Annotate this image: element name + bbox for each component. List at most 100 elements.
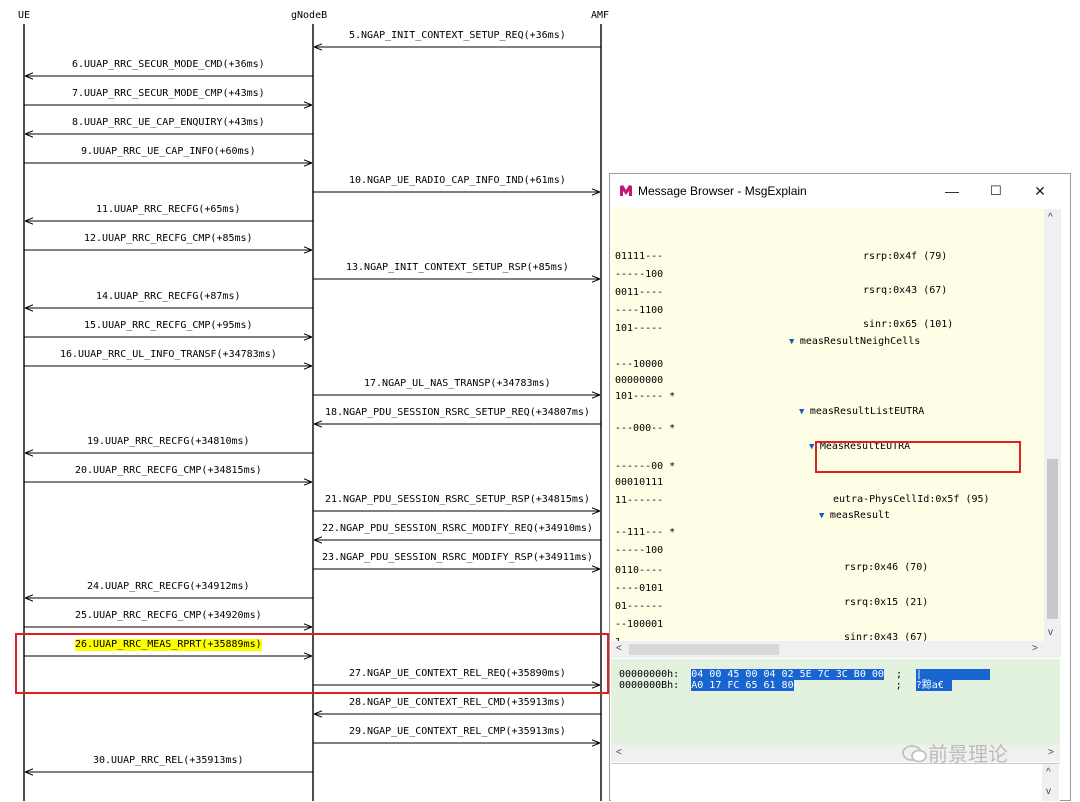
field-value[interactable]: sinr:0x65 (101) <box>863 319 953 331</box>
scroll-down-icon[interactable]: v <box>1048 627 1053 638</box>
field-text: eutra-PhysCellId:0x5f (95) <box>833 494 990 505</box>
message-label[interactable]: 11.UUAP_RRC_RECFG(+65ms) <box>96 204 241 216</box>
bit-line: ---000-- * <box>615 423 676 434</box>
hex-bytes[interactable]: 04 00 45 00 04 02 5E 7C 3C B0 00 <box>691 669 884 680</box>
tree-node[interactable]: ▼ measResultListEUTRA <box>799 406 924 418</box>
field-text: rsrq:0x43 (67) <box>863 285 948 296</box>
bit-line: 01111--- <box>615 251 664 262</box>
message-label[interactable]: 14.UUAP_RRC_RECFG(+87ms) <box>96 291 241 303</box>
field-text: measResult <box>829 510 891 521</box>
message-detail-pane[interactable]: 01111--- -----100 0011---- ----1100 101-----… <box>611 209 1057 641</box>
scroll-right-icon[interactable]: > <box>1032 643 1038 654</box>
entity-amf: AMF <box>591 10 610 21</box>
field-value[interactable]: rsrp:0x46 (70) <box>844 562 928 574</box>
entity-ue: UE <box>18 10 31 21</box>
bit-line: 101----- * <box>615 391 676 402</box>
message-label[interactable]: 12.UUAP_RRC_RECFG_CMP(+85ms) <box>84 233 253 245</box>
bit-line: 00000000 <box>615 375 664 386</box>
message-label[interactable]: 22.NGAP_PDU_SESSION_RSRC_MODIFY_REQ(+349… <box>322 523 593 535</box>
expand-triangle-icon[interactable]: ▼ <box>799 407 810 417</box>
message-label[interactable]: 28.NGAP_UE_CONTEXT_REL_CMD(+35913ms) <box>349 697 566 709</box>
message-label[interactable]: 9.UUAP_RRC_UE_CAP_INFO(+60ms) <box>81 146 256 158</box>
bottom-text-pane[interactable] <box>611 763 1060 802</box>
field-value[interactable]: rsrp:0x4f (79) <box>863 251 947 263</box>
field-text: sinr:0x65 (101) <box>863 319 954 330</box>
message-label[interactable]: 20.UUAP_RRC_RECFG_CMP(+34815ms) <box>75 465 262 477</box>
field-text: measResultNeighCells <box>799 336 921 347</box>
scroll-right-icon[interactable]: > <box>1048 747 1054 758</box>
hex-row: 0000000Bh: A0 17 FC 65 61 80 ; ?黥a€ <box>619 680 952 691</box>
hex-separator: ; <box>895 680 902 691</box>
watermark-text: 前景理论 <box>928 742 1008 766</box>
field-value[interactable]: rsrq:0x43 (67) <box>863 285 947 297</box>
message-label[interactable]: 6.UUAP_RRC_SECUR_MODE_CMD(+36ms) <box>72 59 265 71</box>
message-label[interactable]: 21.NGAP_PDU_SESSION_RSRC_SETUP_RSP(+3481… <box>325 494 590 506</box>
bit-line: ----1100 <box>615 305 664 316</box>
title-bar[interactable]: Message Browser - MsgExplain — ☐ ✕ <box>610 174 1070 208</box>
hex-ascii[interactable]: | <box>916 669 990 680</box>
tree-node[interactable]: ▼ measResultNeighCells <box>789 336 920 348</box>
expand-triangle-icon[interactable]: ▼ <box>789 337 800 347</box>
bit-line: ----0101 <box>615 583 664 594</box>
bit-line: 0011---- <box>615 287 664 298</box>
scroll-left-icon[interactable]: < <box>616 747 622 758</box>
scrollbar-thumb[interactable] <box>629 644 779 655</box>
message-label[interactable]: 24.UUAP_RRC_RECFG(+34912ms) <box>87 581 250 593</box>
maximize-button[interactable]: ☐ <box>974 179 1018 203</box>
minimize-button[interactable]: — <box>930 179 974 203</box>
tree-node[interactable]: ▼ measResult <box>819 510 890 522</box>
hex-dump-pane[interactable]: 00000000h: 04 00 45 00 04 02 5E 7C 3C B0… <box>611 659 1060 745</box>
field-value[interactable]: rsrq:0x15 (21) <box>844 597 928 609</box>
field-text: rsrp:0x4f (79) <box>863 251 948 262</box>
message-label[interactable]: 29.NGAP_UE_CONTEXT_REL_CMP(+35913ms) <box>349 726 566 738</box>
field-value[interactable]: eutra-PhysCellId:0x5f (95) <box>833 494 990 506</box>
bit-line: 11------ <box>615 495 664 506</box>
scrollbar-thumb[interactable] <box>1047 459 1058 619</box>
detail-horizontal-scrollbar[interactable]: < > <box>611 641 1061 658</box>
field-text: rsrp:0x46 (70) <box>844 562 929 573</box>
phys-cell-id-callout <box>815 441 1021 473</box>
scroll-up-icon[interactable]: ^ <box>1048 212 1053 223</box>
bit-line: ---10000 <box>615 359 664 370</box>
bit-line: ------00 * <box>615 461 676 472</box>
scroll-down-icon[interactable]: v <box>1046 786 1051 797</box>
watermark: 前景理论 <box>902 738 1008 767</box>
hex-offset: 00000000h: <box>619 669 680 680</box>
hex-offset: 0000000Bh: <box>619 680 680 691</box>
hex-separator: ; <box>895 669 902 680</box>
scroll-left-icon[interactable]: < <box>616 643 622 654</box>
bit-line: 0110---- <box>615 565 664 576</box>
message-label[interactable]: 8.UUAP_RRC_UE_CAP_ENQUIRY(+43ms) <box>72 117 265 129</box>
message-label[interactable]: 16.UUAP_RRC_UL_INFO_TRANSF(+34783ms) <box>60 349 277 361</box>
message-label[interactable]: 7.UUAP_RRC_SECUR_MODE_CMP(+43ms) <box>72 88 265 100</box>
field-text: sinr:0x43 (67) <box>844 632 929 641</box>
meas-report-callout <box>15 633 609 694</box>
field-value[interactable]: sinr:0x43 (67) <box>844 632 928 641</box>
message-label[interactable]: 19.UUAP_RRC_RECFG(+34810ms) <box>87 436 250 448</box>
message-label[interactable]: 23.NGAP_PDU_SESSION_RSRC_MODIFY_RSP(+349… <box>322 552 593 564</box>
message-label[interactable]: 25.UUAP_RRC_RECFG_CMP(+34920ms) <box>75 610 262 622</box>
bit-line: -----100 <box>615 269 664 280</box>
bottom-vertical-scrollbar[interactable]: ^ v <box>1042 764 1059 801</box>
detail-vertical-scrollbar[interactable]: ^ v <box>1044 209 1061 641</box>
scroll-up-icon[interactable]: ^ <box>1046 767 1051 778</box>
message-label[interactable]: 5.NGAP_INIT_CONTEXT_SETUP_REQ(+36ms) <box>349 30 566 42</box>
message-label[interactable]: 30.UUAP_RRC_REL(+35913ms) <box>93 755 244 767</box>
message-label[interactable]: 18.NGAP_PDU_SESSION_RSRC_SETUP_REQ(+3480… <box>325 407 590 419</box>
message-browser-window[interactable]: Message Browser - MsgExplain — ☐ ✕ 01111… <box>609 173 1071 802</box>
bit-line: 01------ <box>615 601 664 612</box>
message-label[interactable]: 15.UUAP_RRC_RECFG_CMP(+95ms) <box>84 320 253 332</box>
entity-gnodeb: gNodeB <box>291 10 328 21</box>
message-label[interactable]: 13.NGAP_INIT_CONTEXT_SETUP_RSP(+85ms) <box>346 262 569 274</box>
message-label[interactable]: 17.NGAP_UL_NAS_TRANSP(+34783ms) <box>364 378 551 390</box>
wechat-icon <box>902 745 927 763</box>
close-button[interactable]: ✕ <box>1018 179 1062 203</box>
message-label[interactable]: 10.NGAP_UE_RADIO_CAP_INFO_IND(+61ms) <box>349 175 566 187</box>
hex-row: 00000000h: 04 00 45 00 04 02 5E 7C 3C B0… <box>619 669 990 680</box>
expand-triangle-icon[interactable]: ▼ <box>819 511 830 521</box>
field-text: measResultListEUTRA <box>809 406 925 417</box>
bit-line: 00010111 <box>615 477 664 488</box>
bit-line: --111--- * <box>615 527 676 538</box>
hex-ascii[interactable]: ?黥a€ <box>915 680 952 691</box>
hex-bytes[interactable]: A0 17 FC 65 61 80 <box>691 680 794 691</box>
